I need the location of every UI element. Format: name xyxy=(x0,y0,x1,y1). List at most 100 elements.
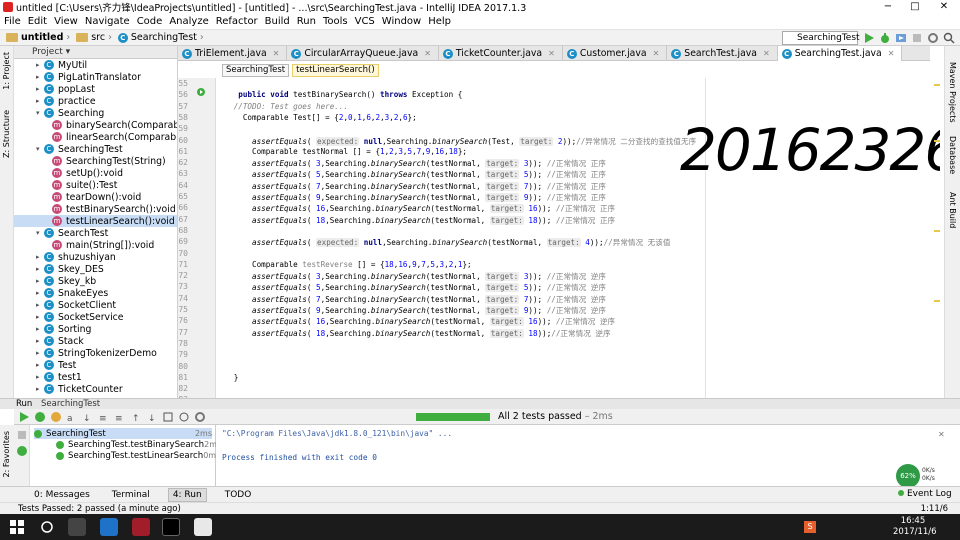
menu-help[interactable]: Help xyxy=(428,16,451,27)
start-icon[interactable] xyxy=(10,520,24,534)
expand-all-icon[interactable]: ≡ xyxy=(98,411,110,423)
terminal-tab[interactable]: Terminal xyxy=(108,489,154,501)
breadcrumb-class[interactable]: SearchingTest xyxy=(222,64,290,77)
tree-item[interactable]: ▸ C SnakeEyes xyxy=(14,287,177,299)
search-icon[interactable] xyxy=(943,32,955,44)
editor-tab[interactable]: C TriElement.java ✕ xyxy=(178,46,288,61)
search-taskbar-icon[interactable] xyxy=(40,520,54,534)
menu-build[interactable]: Build xyxy=(265,16,290,27)
export-icon[interactable] xyxy=(162,411,174,423)
menu-view[interactable]: View xyxy=(54,16,78,27)
menu-window[interactable]: Window xyxy=(382,16,421,27)
close-button[interactable]: ✕ xyxy=(932,0,956,14)
menu-refactor[interactable]: Refactor xyxy=(216,16,258,27)
run-tab-config[interactable]: SearchingTest xyxy=(41,399,100,409)
chevron-right-icon[interactable]: ▸ xyxy=(36,253,44,261)
tree-item[interactable]: ▸ C Sorting xyxy=(14,323,177,335)
tree-item[interactable]: ▸ C TicketCounter xyxy=(14,383,177,395)
app-icon[interactable] xyxy=(132,518,150,536)
tree-item[interactable]: m testBinarySearch():void xyxy=(14,203,177,215)
run-test-gutter-icon[interactable] xyxy=(196,87,206,97)
close-tab-icon[interactable]: ✕ xyxy=(763,46,770,61)
close-tab-icon[interactable]: ✕ xyxy=(548,46,555,61)
debug-icon[interactable] xyxy=(879,32,891,44)
structure-tool-tab[interactable]: Z: Structure xyxy=(2,110,11,158)
nav-file[interactable]: C SearchingTest › xyxy=(117,32,204,43)
rerun-icon[interactable] xyxy=(18,411,30,423)
chevron-right-icon[interactable]: ▸ xyxy=(36,385,44,393)
rerun-failed-icon[interactable] xyxy=(16,429,28,441)
maven-projects-tab[interactable]: Maven Projects xyxy=(948,62,957,123)
collapse-all-icon[interactable]: ≡ xyxy=(114,411,126,423)
close-tab-icon[interactable]: ✕ xyxy=(888,46,895,61)
task-view-icon[interactable] xyxy=(68,518,86,536)
tree-item[interactable]: m SearchingTest(String) xyxy=(14,155,177,167)
stop-icon[interactable] xyxy=(911,32,923,44)
chevron-right-icon[interactable]: ▸ xyxy=(36,313,44,321)
minimize-button[interactable]: − xyxy=(876,0,900,14)
tree-item[interactable]: m tearDown():void xyxy=(14,191,177,203)
chevron-right-icon[interactable]: ▸ xyxy=(36,85,44,93)
maximize-button[interactable]: □ xyxy=(903,0,927,14)
tree-item[interactable]: ▸ Ctest1 xyxy=(14,371,177,383)
menu-edit[interactable]: Edit xyxy=(28,16,47,27)
close-tab-icon[interactable]: ✕ xyxy=(273,46,280,61)
tree-item[interactable]: ▸ C MyUtil xyxy=(14,59,177,71)
event-log-button[interactable]: Event Log xyxy=(898,489,952,499)
tree-item[interactable]: ▸ C Test xyxy=(14,359,177,371)
sort-duration-icon[interactable]: ↓ xyxy=(82,411,94,423)
chevron-down-icon[interactable]: ▾ xyxy=(36,145,44,153)
show-passed-icon[interactable] xyxy=(34,411,46,423)
chevron-right-icon[interactable]: ▸ xyxy=(36,337,44,345)
chevron-right-icon[interactable]: ▸ xyxy=(36,301,44,309)
coverage-icon[interactable] xyxy=(895,32,907,44)
editor-tab[interactable]: C TicketCounter.java ✕ xyxy=(439,46,563,61)
next-test-icon[interactable]: ↓ xyxy=(146,411,158,423)
tree-item[interactable]: m linearSearch(Comparable[ xyxy=(14,131,177,143)
tree-item[interactable]: ▸ C PigLatinTranslator xyxy=(14,71,177,83)
menu-code[interactable]: Code xyxy=(137,16,163,27)
breadcrumb-method[interactable]: testLinearSearch() xyxy=(292,64,379,77)
messages-tab[interactable]: 0: Messages xyxy=(30,489,94,501)
ant-build-tab[interactable]: Ant Build xyxy=(948,192,957,228)
close-tab-icon[interactable]: ✕ xyxy=(424,46,431,61)
tree-item[interactable]: ▸ C Skey_DES xyxy=(14,263,177,275)
tree-item[interactable]: ▸ C SocketClient xyxy=(14,299,177,311)
history-icon[interactable] xyxy=(178,411,190,423)
test-node[interactable]: SearchingTest 2ms xyxy=(34,428,212,439)
tree-item[interactable]: ▸ C SocketService xyxy=(14,311,177,323)
tree-item[interactable]: ▾ C SearchTest xyxy=(14,227,177,239)
menu-file[interactable]: File xyxy=(4,16,21,27)
tree-item[interactable]: m main(String[]):void xyxy=(14,239,177,251)
project-tool-tab[interactable]: 1: Project xyxy=(2,52,11,90)
menu-run[interactable]: Run xyxy=(297,16,316,27)
menu-navigate[interactable]: Navigate xyxy=(85,16,130,27)
tree-item[interactable]: m binarySearch(Comparable xyxy=(14,119,177,131)
chevron-right-icon[interactable]: ▸ xyxy=(36,61,44,69)
editor-tab[interactable]: C Customer.java ✕ xyxy=(563,46,668,61)
chevron-right-icon[interactable]: ▸ xyxy=(36,325,44,333)
tree-item[interactable]: m testLinearSearch():void xyxy=(14,215,177,227)
chevron-right-icon[interactable]: ▸ xyxy=(36,349,44,357)
editor-tab[interactable]: C SearchingTest.java ✕ xyxy=(777,46,903,61)
test-node[interactable]: SearchingTest.testBinarySearch 2ms xyxy=(56,439,221,450)
run-console[interactable]: "C:\Program Files\Java\jdk1.8.0_121\bin\… xyxy=(216,425,960,486)
chevron-down-icon[interactable]: ▾ xyxy=(36,229,44,237)
nav-folder[interactable]: src › xyxy=(76,32,112,43)
chevron-right-icon[interactable]: ▸ xyxy=(36,373,44,381)
chrome-icon[interactable] xyxy=(194,518,212,536)
edge-icon[interactable] xyxy=(100,518,118,536)
menu-vcs[interactable]: VCS xyxy=(355,16,375,27)
ime-icon[interactable]: S xyxy=(804,521,816,533)
run-configuration-select[interactable]: SearchingTest ▼ xyxy=(782,31,860,54)
show-ignored-icon[interactable] xyxy=(50,411,62,423)
database-tab[interactable]: Database xyxy=(948,136,957,174)
menu-tools[interactable]: Tools xyxy=(323,16,348,27)
editor-tab[interactable]: C SearchTest.java ✕ xyxy=(667,46,778,61)
tree-item[interactable]: ▸ C StringTokenizerDemo xyxy=(14,347,177,359)
chevron-right-icon[interactable]: ▸ xyxy=(36,361,44,369)
run-icon[interactable] xyxy=(863,32,875,44)
menu-analyze[interactable]: Analyze xyxy=(169,16,208,27)
tree-item[interactable]: ▾ C Searching xyxy=(14,107,177,119)
close-tab-icon[interactable]: ✕ xyxy=(653,46,660,61)
